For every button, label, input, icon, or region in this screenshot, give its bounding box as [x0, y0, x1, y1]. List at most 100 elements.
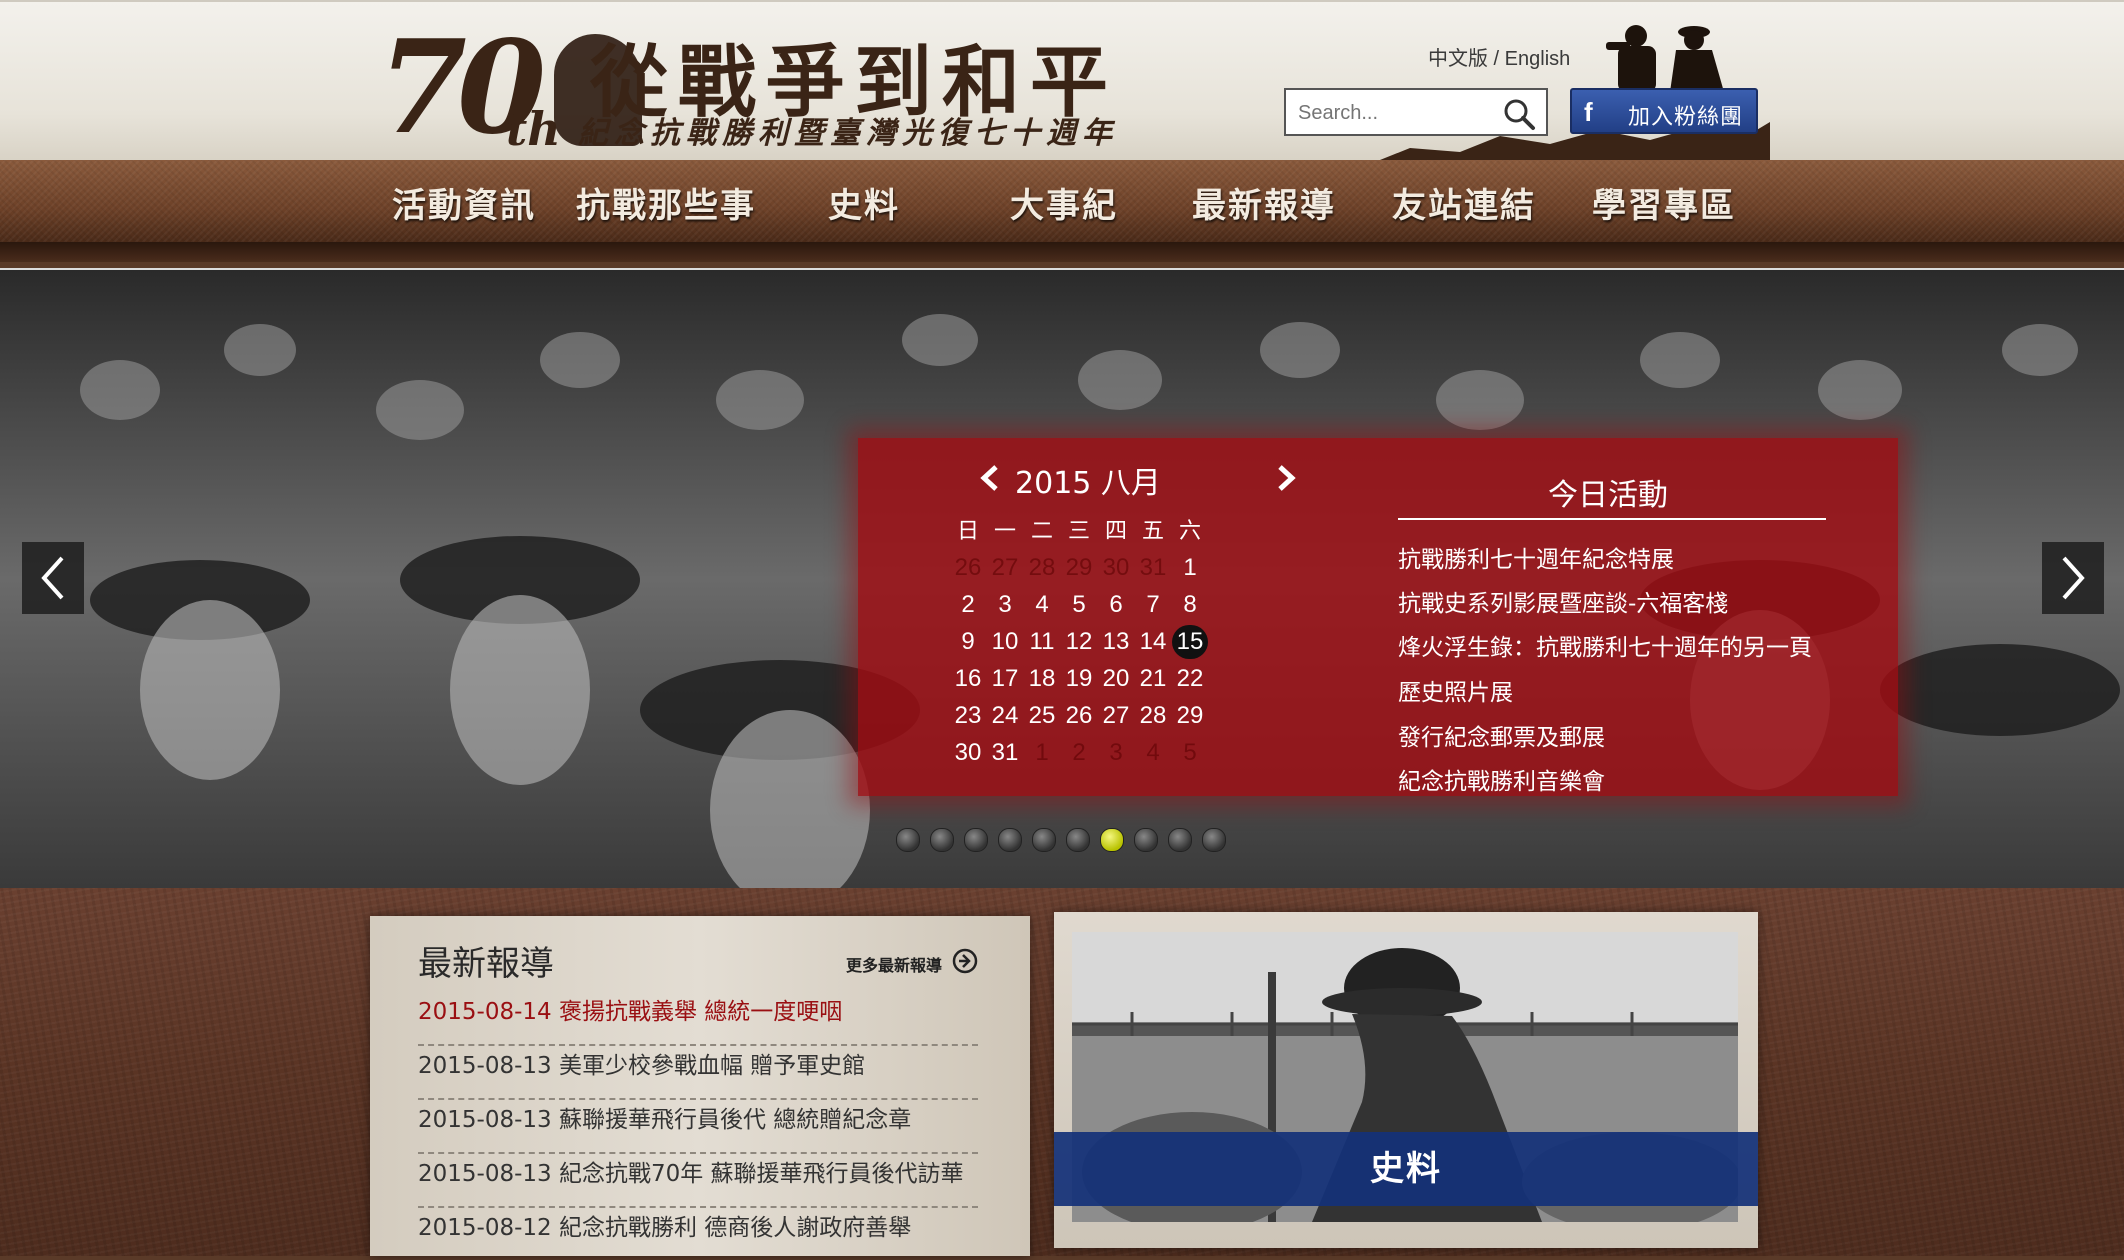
activity-item[interactable]: 發行紀念郵票及郵展 — [1398, 718, 1605, 752]
calendar-day[interactable]: 25 — [1024, 699, 1060, 733]
calendar-day[interactable]: 30 — [1098, 551, 1134, 585]
chevron-right-icon — [2062, 556, 2085, 600]
calendar-day[interactable]: 26 — [1061, 699, 1097, 733]
calendar-next-month-icon[interactable] — [1274, 464, 1298, 492]
activity-item[interactable]: 抗戰史系列影展暨座談-六福客棧 — [1398, 584, 1728, 618]
activity-item[interactable]: 歷史照片展 — [1398, 673, 1513, 707]
activity-item[interactable]: 抗戰勝利七十週年紀念特展 — [1398, 540, 1674, 574]
calendar-weekday: 五 — [1141, 518, 1164, 543]
calendar-weekday: 六 — [1178, 518, 1201, 543]
calendar-day[interactable]: 1 — [1024, 736, 1060, 770]
history-banner-label[interactable]: 史料 — [1054, 1132, 1758, 1206]
news-title: 最新報導 — [418, 944, 554, 984]
calendar-day[interactable]: 28 — [1135, 699, 1171, 733]
calendar-day[interactable]: 7 — [1135, 588, 1171, 622]
calendar-day[interactable]: 31 — [1135, 551, 1171, 585]
site-header: 70 th 從戰爭到和平 紀念抗戰勝利暨臺灣光復七十週年 中文版 / Engli… — [0, 0, 2124, 164]
calendar-day[interactable]: 14 — [1135, 625, 1171, 659]
activity-item[interactable]: 烽火浮生錄：抗戰勝利七十週年的另一頁 — [1398, 628, 1812, 662]
calendar-day[interactable]: 30 — [950, 736, 986, 770]
slider-dot[interactable] — [1168, 828, 1192, 852]
lang-zh-link[interactable]: 中文版 — [1428, 48, 1488, 70]
arrow-circle-right-icon[interactable] — [952, 948, 978, 974]
calendar-day[interactable]: 27 — [1098, 699, 1134, 733]
slider-dot[interactable] — [964, 828, 988, 852]
calendar-day[interactable]: 19 — [1061, 662, 1097, 696]
main-nav: 活動資訊 抗戰那些事 史料 大事紀 最新報導 友站連結 學習專區 — [0, 160, 2124, 242]
calendar-day[interactable]: 18 — [1024, 662, 1060, 696]
calendar-day[interactable]: 24 — [987, 699, 1023, 733]
more-news-link[interactable]: 更多最新報導 — [846, 952, 942, 976]
calendar-day[interactable]: 21 — [1135, 662, 1171, 696]
facebook-label: 加入粉絲團 — [1628, 105, 1744, 130]
calendar-day[interactable]: 17 — [987, 662, 1023, 696]
search-input[interactable] — [1296, 98, 1490, 128]
slider-dot[interactable] — [1066, 828, 1090, 852]
facebook-fan-button[interactable]: f 加入粉絲團 — [1570, 88, 1758, 134]
calendar-header: 2015 八月 — [918, 458, 1296, 501]
calendar-day[interactable]: 1 — [1172, 551, 1208, 585]
calendar-day[interactable]: 29 — [1061, 551, 1097, 585]
activities-divider — [1398, 518, 1826, 520]
calendar-day[interactable]: 23 — [950, 699, 986, 733]
slider-prev-button[interactable] — [22, 542, 84, 614]
calendar-day[interactable]: 10 — [987, 625, 1023, 659]
calendar-day[interactable]: 4 — [1135, 736, 1171, 770]
calendar-day[interactable]: 12 — [1061, 625, 1097, 659]
calendar-day[interactable]: 2 — [1061, 736, 1097, 770]
calendar-day[interactable]: 13 — [1098, 625, 1134, 659]
nav-item-timeline[interactable]: 大事紀 — [1010, 178, 1118, 227]
nav-item-learning[interactable]: 學習專區 — [1592, 178, 1736, 227]
slider-dot[interactable] — [1032, 828, 1056, 852]
lang-en-link[interactable]: English — [1505, 48, 1571, 70]
news-item[interactable]: 2015-08-14 褒揚抗戰義舉 總統一度哽咽 — [418, 992, 978, 1046]
facebook-icon: f — [1584, 97, 1593, 127]
calendar-day[interactable]: 3 — [1098, 736, 1134, 770]
news-item[interactable]: 2015-08-12 紀念抗戰勝利 德商後人謝政府善舉 — [418, 1208, 978, 1260]
nav-item-links[interactable]: 友站連結 — [1392, 178, 1536, 227]
news-item[interactable]: 2015-08-13 美軍少校參戰血幅 贈予軍史館 — [418, 1046, 978, 1100]
calendar-day[interactable]: 26 — [950, 551, 986, 585]
slider-dot[interactable] — [998, 828, 1022, 852]
calendar-weekday: 四 — [1104, 518, 1127, 543]
lang-separator: / — [1488, 48, 1505, 70]
calendar-day[interactable]: 3 — [987, 588, 1023, 622]
calendar-day[interactable]: 27 — [987, 551, 1023, 585]
calendar-day[interactable]: 20 — [1098, 662, 1134, 696]
slider-dot[interactable] — [896, 828, 920, 852]
calendar-weekday: 三 — [1067, 518, 1090, 543]
latest-news-panel: 最新報導 更多最新報導 2015-08-14 褒揚抗戰義舉 總統一度哽咽 201… — [370, 916, 1030, 1256]
nav-item-war-stories[interactable]: 抗戰那些事 — [576, 178, 756, 227]
calendar-day[interactable]: 29 — [1172, 699, 1208, 733]
calendar-day[interactable]: 8 — [1172, 588, 1208, 622]
calendar-day[interactable]: 4 — [1024, 588, 1060, 622]
calendar-day[interactable]: 28 — [1024, 551, 1060, 585]
news-item[interactable]: 2015-08-13 蘇聯援華飛行員後代 總統贈紀念章 — [418, 1100, 978, 1154]
calendar-day[interactable]: 9 — [950, 625, 986, 659]
calendar-day[interactable]: 31 — [987, 736, 1023, 770]
calendar-weekday: 日 — [956, 518, 979, 543]
nav-item-activities[interactable]: 活動資訊 — [392, 178, 536, 227]
slider-dot[interactable] — [1134, 828, 1158, 852]
calendar-day[interactable]: 16 — [950, 662, 986, 696]
activity-item[interactable]: 紀念抗戰勝利音樂會 — [1398, 762, 1605, 796]
slider-dot[interactable] — [930, 828, 954, 852]
logo-subtitle: 紀念抗戰勝利暨臺灣光復七十週年 — [578, 116, 1118, 151]
slider-dot[interactable] — [1202, 828, 1226, 852]
calendar-day[interactable]: 22 — [1172, 662, 1208, 696]
calendar-day[interactable]: 5 — [1172, 736, 1208, 770]
language-switch: 中文版 / English — [1428, 42, 1570, 71]
slider-dot-active[interactable] — [1100, 828, 1124, 852]
calendar-day[interactable]: 5 — [1061, 588, 1097, 622]
calendar-day[interactable]: 6 — [1098, 588, 1134, 622]
nav-item-latest-news[interactable]: 最新報導 — [1192, 178, 1336, 227]
history-feature-panel[interactable]: 史料 — [1054, 912, 1758, 1248]
calendar-day-today[interactable]: 15 — [1172, 625, 1208, 659]
calendar-day[interactable]: 11 — [1024, 625, 1060, 659]
calendar-day[interactable]: 2 — [950, 588, 986, 622]
slider-next-button[interactable] — [2042, 542, 2104, 614]
site-logo[interactable]: 70 th 從戰爭到和平 紀念抗戰勝利暨臺灣光復七十週年 — [378, 24, 1112, 156]
nav-item-history[interactable]: 史料 — [828, 178, 900, 227]
search-icon[interactable] — [1502, 97, 1536, 131]
news-item[interactable]: 2015-08-13 紀念抗戰70年 蘇聯援華飛行員後代訪華 — [418, 1154, 978, 1208]
